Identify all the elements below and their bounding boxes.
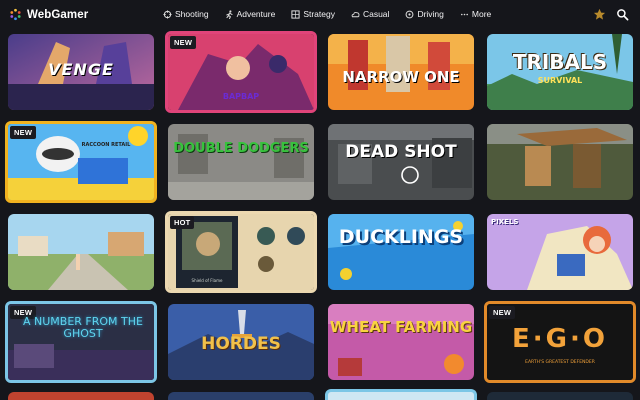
game-title: DUCKLINGS — [338, 226, 464, 248]
game-title: DOUBLE DODGERS — [173, 141, 309, 156]
brand-name: WebGamer — [27, 8, 89, 21]
nav-casual-label: Casual — [362, 9, 390, 19]
new-badge: NEW — [10, 126, 37, 139]
nav-driving[interactable]: Driving — [405, 9, 444, 19]
game-tile-card-battle[interactable]: HOT Shield of Flame — [165, 211, 317, 293]
game-tile-ducklings[interactable]: DUCKLINGS — [328, 214, 474, 290]
game-tile-pixels[interactable]: PIXELS — [487, 214, 633, 290]
game-tile-venge[interactable]: VENGE — [8, 34, 154, 110]
nav-shooting-label: Shooting — [175, 9, 209, 19]
game-title: DEAD SHOT — [345, 142, 457, 162]
nav-strategy[interactable]: Strategy — [291, 9, 335, 19]
game-title: A NUMBER FROM THE GHOST — [23, 315, 143, 341]
game-tile-partial[interactable] — [487, 392, 633, 400]
brand-logo-icon — [10, 8, 21, 21]
game-subtitle: EARTH'S GREATEST DEFENDER — [525, 360, 595, 365]
game-tile-tribals[interactable]: TRIBALS SURVIVAL — [487, 34, 633, 110]
nav-shooting[interactable]: Shooting — [163, 9, 209, 19]
category-nav: Shooting Adventure Strategy Casual Drivi… — [163, 9, 491, 19]
game-title: BAPBAP — [222, 92, 260, 101]
nav-adventure[interactable]: Adventure — [225, 9, 276, 19]
game-tile-partial[interactable] — [325, 389, 477, 400]
game-tile-double-dodgers[interactable]: DOUBLE DODGERS — [168, 124, 314, 200]
game-tile-voxel-town[interactable] — [487, 124, 633, 200]
new-badge: NEW — [489, 306, 516, 319]
game-title: RACCOON RETAIL — [81, 142, 131, 148]
new-badge: NEW — [170, 36, 197, 49]
game-thumbnail — [328, 304, 474, 380]
game-thumbnail — [8, 214, 154, 290]
game-title: WHEAT FARMING — [329, 318, 473, 336]
cloud-icon — [351, 11, 360, 17]
game-title: TRIBALS — [512, 50, 608, 74]
game-tile-ego[interactable]: NEW E·G·O EARTH'S GREATEST DEFENDER — [484, 301, 636, 383]
game-title: E·G·O — [512, 324, 608, 354]
crosshair-icon — [163, 9, 172, 19]
game-tile-wheat-farming[interactable]: WHEAT FARMING — [328, 304, 474, 380]
game-tile-suburban[interactable] — [8, 214, 154, 290]
nav-strategy-label: Strategy — [303, 9, 335, 19]
nav-casual[interactable]: Casual — [351, 9, 389, 19]
wheel-icon — [406, 10, 414, 18]
dots-icon — [460, 13, 468, 15]
search-icon[interactable] — [616, 8, 629, 21]
puzzle-icon — [291, 9, 300, 19]
nav-driving-label: Driving — [417, 9, 444, 19]
nav-more-label: More — [471, 9, 492, 19]
game-title: HORDES — [201, 334, 281, 354]
game-title: Shield of Flame — [191, 278, 223, 283]
game-tile-a-number-from-the-ghost[interactable]: NEW A NUMBER FROM THE GHOST — [5, 301, 157, 383]
favorites-star-icon[interactable] — [593, 8, 606, 21]
nav-more[interactable]: More — [460, 9, 491, 19]
hot-badge: HOT — [170, 216, 195, 229]
game-thumbnail — [487, 124, 633, 200]
brand-logo[interactable]: WebGamer — [9, 8, 88, 21]
game-subtitle: SURVIVAL — [537, 76, 583, 85]
runner-icon — [225, 9, 233, 19]
game-tile-raccoon-retail[interactable]: NEW RACCOON RETAIL — [5, 121, 157, 203]
game-title: NARROW ONE — [342, 68, 460, 86]
nav-adventure-label: Adventure — [236, 9, 276, 19]
game-tile-bapbap[interactable]: NEW BAPBAP — [165, 31, 317, 113]
game-thumbnail — [168, 124, 314, 200]
game-tile-hordes[interactable]: HORDES — [168, 304, 314, 380]
game-title: PIXELS — [491, 218, 519, 226]
game-title: VENGE — [48, 60, 114, 79]
top-navigation-bar: WebGamer Shooting Adventure Strategy Cas… — [0, 0, 640, 30]
game-tile-partial[interactable] — [8, 392, 154, 400]
game-tile-narrow-one[interactable]: NARROW ONE — [328, 34, 474, 110]
game-tile-dead-shot[interactable]: DEAD SHOT — [328, 124, 474, 200]
game-tile-partial[interactable] — [168, 392, 314, 400]
game-thumbnail — [328, 124, 474, 200]
